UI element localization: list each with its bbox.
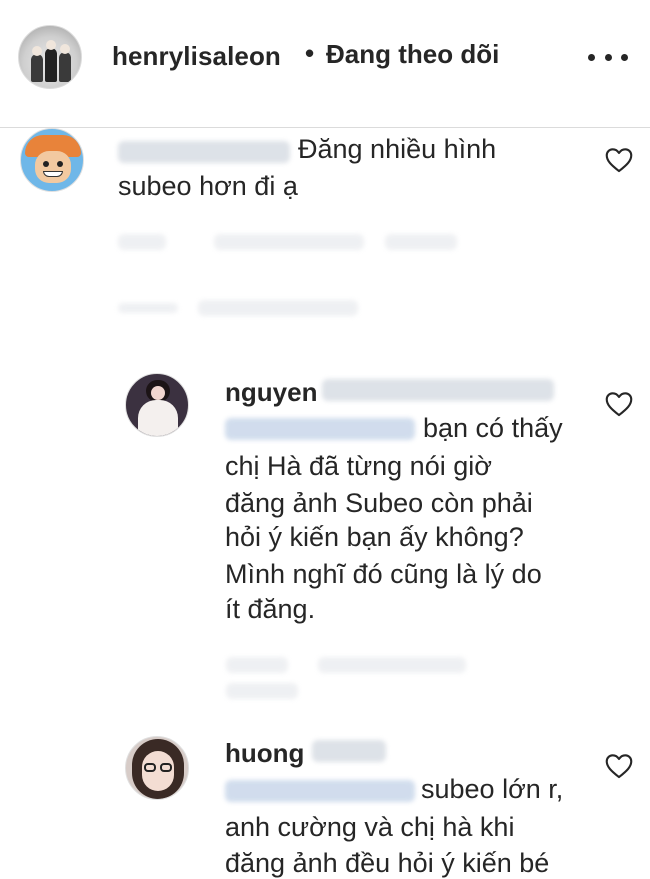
comment-text-line: subeo hơn đi ạ: [118, 171, 298, 201]
avatar-dress: [138, 400, 178, 436]
comment-text-line: đăng ảnh đều hỏi ý kiến bé: [225, 848, 550, 878]
comment-text-line: chị Hà đã từng nói giờ: [225, 451, 492, 481]
avatar-mouth: [43, 171, 63, 177]
comment-time: [118, 234, 166, 250]
heart-outline-icon[interactable]: [605, 753, 633, 779]
avatar-figure-head: [32, 46, 42, 56]
reply-button[interactable]: [226, 683, 298, 699]
glasses-icon: [144, 763, 156, 772]
replies-divider: [118, 303, 178, 313]
comment-text-line: Mình nghĩ đó cũng là lý do: [225, 559, 542, 589]
comment-text-line: đăng ảnh Subeo còn phải: [225, 488, 533, 518]
blurred-mention[interactable]: [225, 418, 415, 440]
girl-avatar[interactable]: [125, 373, 189, 437]
account-username[interactable]: henrylisaleon: [112, 41, 281, 72]
avatar-figure: [45, 48, 57, 82]
blurred-username: [322, 379, 554, 401]
comment-time: [226, 657, 288, 673]
header-separator: •: [305, 38, 315, 68]
more-dot: [604, 53, 612, 61]
avatar-face: [151, 386, 165, 400]
view-replies-button[interactable]: [198, 300, 358, 316]
following-button[interactable]: Đang theo dõi: [326, 39, 499, 70]
comment-text-line: ít đăng.: [225, 594, 316, 624]
heart-outline-icon[interactable]: [605, 391, 633, 417]
comment-text-line: Đăng nhiều hình: [298, 134, 497, 164]
comment-text-line: anh cường và chị hà khi: [225, 812, 515, 842]
comment-username[interactable]: nguyen: [225, 377, 317, 408]
comment-text-line: subeo lớn r,: [421, 774, 564, 804]
comment-likes[interactable]: [318, 657, 466, 673]
avatar-figure-head: [60, 44, 70, 54]
comment-text-line: hỏi ý kiến bạn ấy không?: [225, 522, 524, 552]
blurred-username[interactable]: [118, 141, 290, 163]
avatar-face: [35, 151, 71, 183]
blurred-mention[interactable]: [225, 780, 415, 802]
post-header: henrylisaleon • Đang theo dõi: [0, 0, 650, 128]
avatar-figure-head: [46, 40, 56, 50]
comment-username[interactable]: huong: [225, 738, 304, 769]
avatar-eye: [57, 161, 63, 167]
reply-button[interactable]: [385, 234, 457, 250]
girl-glasses-avatar[interactable]: [125, 736, 189, 800]
more-dot: [621, 53, 628, 61]
avatar-eye: [43, 161, 49, 167]
avatar-figure: [31, 54, 43, 82]
comment-text-line: bạn có thấy: [423, 413, 563, 443]
cartoon-avatar[interactable]: [20, 128, 84, 192]
blurred-username: [312, 740, 386, 762]
heart-outline-icon[interactable]: [605, 147, 633, 173]
comment-likes[interactable]: [214, 234, 364, 250]
account-avatar[interactable]: [18, 25, 82, 89]
avatar-figure: [59, 52, 71, 82]
more-dot: [588, 53, 595, 61]
more-horizontal-icon[interactable]: [588, 44, 628, 70]
glasses-icon: [160, 763, 172, 772]
